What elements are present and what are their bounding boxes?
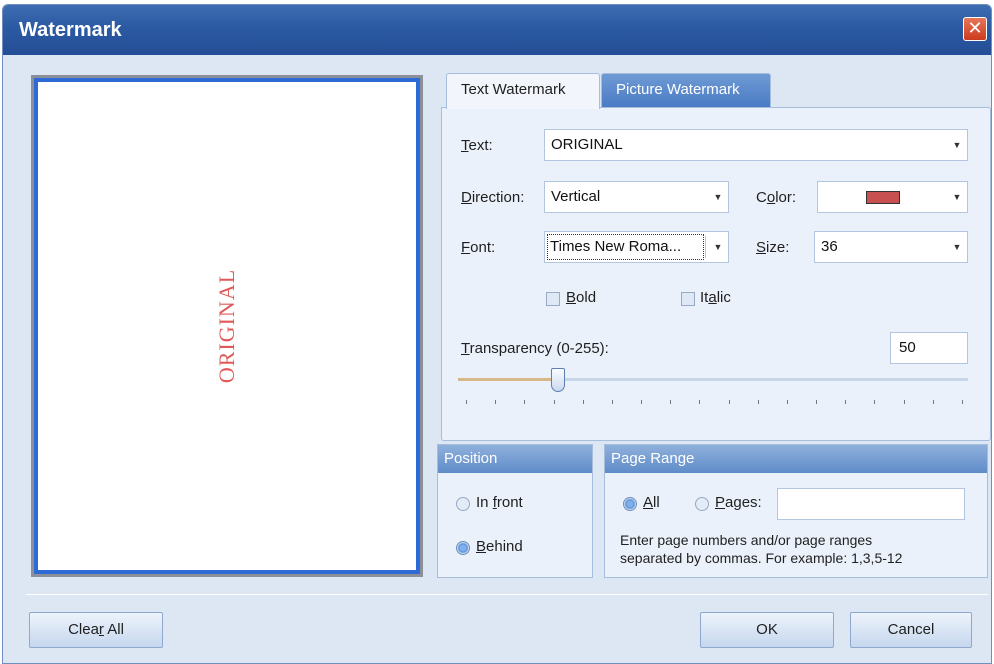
chevron-down-icon[interactable]: ▼: [708, 232, 728, 262]
tab-text-watermark[interactable]: Text Watermark: [446, 73, 600, 109]
text-label: Text:: [461, 137, 493, 154]
chevron-down-icon[interactable]: ▼: [947, 130, 967, 160]
slider-tick: [845, 400, 847, 404]
hint-line-1: Enter page numbers and/or page ranges: [620, 532, 873, 548]
position-header: Position: [438, 445, 592, 473]
italic-checkbox[interactable]: [681, 292, 695, 306]
slider-tick: [641, 400, 643, 404]
behind-label[interactable]: Behind: [476, 538, 523, 555]
pages-label[interactable]: Pages:: [715, 494, 762, 511]
tab-picture-watermark[interactable]: Picture Watermark: [601, 73, 771, 107]
page-range-header: Page Range: [605, 445, 987, 473]
slider-tick: [524, 400, 526, 404]
slider-tick: [786, 400, 788, 404]
bold-checkbox[interactable]: [546, 292, 560, 306]
size-combo[interactable]: 36 ▼: [814, 231, 968, 263]
slider-tick: [466, 400, 467, 404]
in-front-radio[interactable]: [456, 497, 470, 511]
transparency-slider-fill: [458, 378, 558, 381]
in-front-label[interactable]: In front: [476, 494, 523, 511]
font-combo[interactable]: Times New Roma... ▼: [544, 231, 729, 263]
chevron-down-icon[interactable]: ▼: [947, 182, 967, 212]
ok-button[interactable]: OK: [700, 612, 834, 648]
hint-line-2: separated by commas. For example: 1,3,5-…: [620, 550, 903, 566]
bold-label[interactable]: Bold: [566, 289, 596, 306]
slider-tick: [816, 400, 818, 404]
font-label: Font:: [461, 239, 496, 256]
font-value: Times New Roma...: [547, 234, 704, 260]
italic-label[interactable]: Italic: [700, 289, 731, 306]
chevron-down-icon[interactable]: ▼: [708, 182, 728, 212]
slider-tick: [932, 400, 934, 404]
all-radio[interactable]: [623, 497, 637, 511]
chevron-down-icon[interactable]: ▼: [947, 232, 967, 262]
slider-tick: [495, 400, 497, 404]
slider-tick: [903, 400, 905, 404]
direction-combo[interactable]: Vertical ▼: [544, 181, 729, 213]
slider-tick: [611, 400, 613, 404]
color-combo[interactable]: ▼: [817, 181, 968, 213]
slider-tick: [553, 400, 555, 404]
slider-tick: [582, 400, 584, 404]
pages-radio[interactable]: [695, 497, 709, 511]
button-separator: [26, 594, 988, 595]
slider-tick: [728, 400, 730, 404]
clear-all-button[interactable]: Clear All: [29, 612, 163, 648]
all-label[interactable]: All: [643, 494, 660, 511]
direction-label: Direction:: [461, 189, 525, 206]
transparency-slider-thumb[interactable]: [551, 368, 565, 392]
title-bar: Watermark ✕: [3, 5, 991, 55]
close-icon[interactable]: ✕: [963, 17, 987, 41]
color-label: Color:: [756, 189, 797, 206]
slider-tick: [757, 400, 759, 404]
size-value: 36: [821, 238, 838, 255]
slider-tick: [962, 400, 963, 404]
dialog-title: Watermark: [19, 19, 122, 41]
transparency-input[interactable]: 50: [890, 332, 968, 364]
color-swatch: [866, 191, 900, 204]
page-range-hint: Enter page numbers and/or page ranges se…: [620, 531, 902, 567]
slider-tick: [699, 400, 701, 404]
pages-input[interactable]: [777, 488, 965, 520]
behind-radio[interactable]: [456, 541, 470, 555]
position-group: Position: [437, 444, 593, 578]
direction-value: Vertical: [551, 188, 601, 205]
transparency-label: Transparency (0-255):: [461, 340, 609, 357]
preview-page: ORIGINAL: [38, 82, 416, 570]
slider-tick: [874, 400, 876, 404]
preview-pane: ORIGINAL: [31, 75, 423, 577]
combo-separator: [705, 236, 706, 258]
cancel-button[interactable]: Cancel: [850, 612, 972, 648]
transparency-slider-track[interactable]: [458, 378, 968, 381]
preview-watermark-text: ORIGINAL: [214, 268, 239, 384]
text-value: ORIGINAL: [551, 136, 623, 153]
slider-ticks: [466, 400, 963, 404]
text-combo[interactable]: ORIGINAL ▼: [544, 129, 968, 161]
size-label: Size:: [756, 239, 790, 256]
slider-tick: [670, 400, 672, 404]
